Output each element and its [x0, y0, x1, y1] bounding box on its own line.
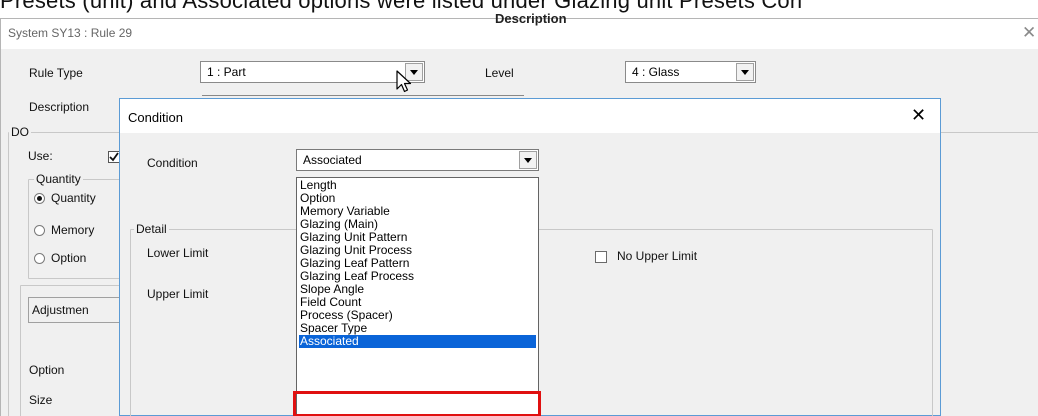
option-radio[interactable]	[34, 253, 45, 264]
upper-limit-label: Upper Limit	[147, 287, 209, 301]
memory-radio-label: Memory	[51, 223, 95, 237]
dropdown-option-associated[interactable]: Associated	[299, 335, 536, 348]
condition-dialog: Condition ✕ Condition Associated Detail …	[119, 98, 941, 416]
option-label: Option	[29, 363, 65, 377]
rule-type-label: Rule Type	[29, 66, 83, 80]
quantity-radio[interactable]	[34, 193, 45, 204]
no-upper-limit-label: No Upper Limit	[617, 249, 698, 263]
quantity-group-caption: Quantity	[34, 172, 83, 186]
condition-dialog-titlebar: Condition ✕	[120, 99, 940, 133]
associated-highlight	[293, 391, 541, 416]
condition-dropdown-list[interactable]: Length Option Memory Variable Glazing (M…	[296, 177, 539, 416]
no-upper-limit-checkbox[interactable]	[595, 251, 607, 263]
quantity-radio-label: Quantity	[51, 191, 96, 205]
size-label: Size	[29, 393, 53, 407]
detail-group-caption: Detail	[134, 222, 169, 236]
checkmark-icon	[109, 152, 119, 162]
level-label: Level	[485, 66, 514, 80]
level-chevron-down-icon[interactable]	[736, 63, 754, 81]
rule-type-select[interactable]: 1 : Part	[200, 61, 425, 83]
condition-dialog-close-icon[interactable]: ✕	[911, 105, 926, 126]
rule-window-title: System SY13 : Rule 29	[8, 26, 133, 40]
rule-type-value: 1 : Part	[207, 65, 246, 79]
adjustment-tab[interactable]: Adjustmen	[28, 297, 123, 323]
condition-label: Condition	[147, 156, 198, 170]
condition-dialog-title: Condition	[128, 110, 183, 125]
condition-select[interactable]: Associated	[296, 149, 539, 171]
level-value: 4 : Glass	[632, 65, 680, 79]
rule-window-close-icon[interactable]: ✕	[1022, 23, 1036, 43]
condition-chevron-down-icon[interactable]	[519, 151, 537, 169]
adjustment-tab-label: Adjustmen	[32, 303, 89, 317]
do-group-caption: DO	[9, 125, 31, 139]
memory-radio[interactable]	[34, 225, 45, 236]
rule-window-titlebar: System SY13 : Rule 29 Description ✕	[1, 11, 1038, 49]
condition-value: Associated	[303, 153, 362, 167]
mouse-cursor-icon	[396, 70, 412, 93]
description-heading: Description	[495, 11, 567, 26]
use-label: Use:	[28, 149, 53, 163]
level-select[interactable]: 4 : Glass	[625, 61, 756, 83]
option-radio-label: Option	[51, 251, 87, 265]
description-field-edge[interactable]	[202, 95, 524, 97]
description-label: Description	[29, 100, 90, 114]
lower-limit-label: Lower Limit	[147, 246, 209, 260]
